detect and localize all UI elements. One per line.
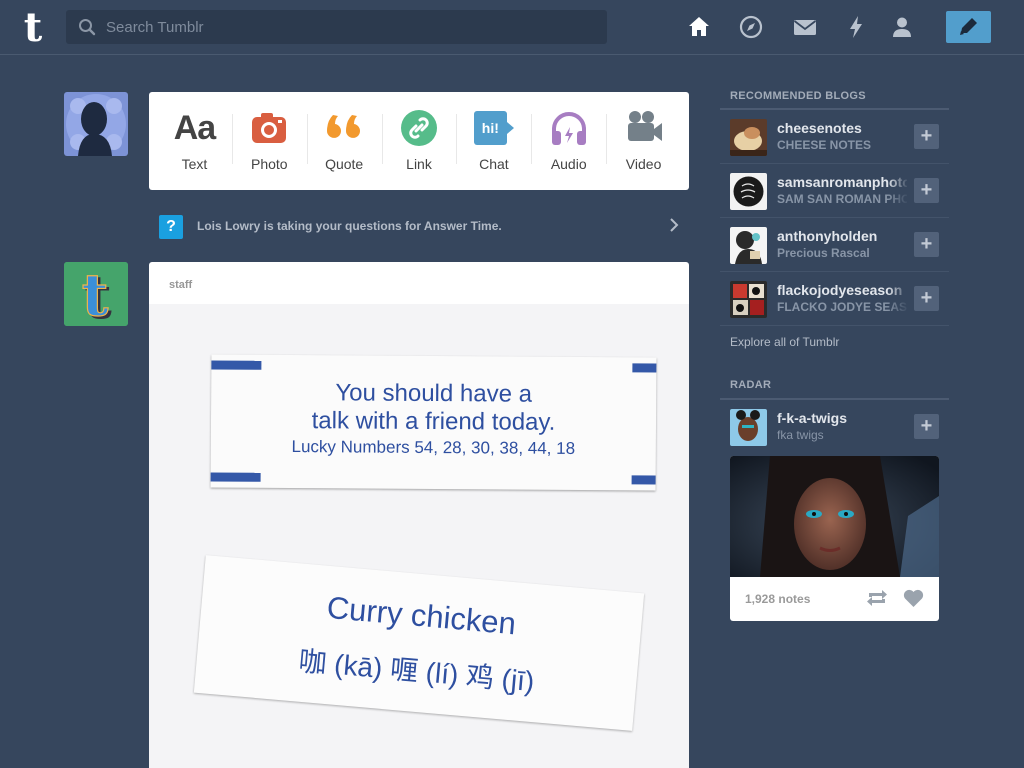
- follow-button[interactable]: +: [914, 286, 939, 311]
- post-type-label: Quote: [325, 156, 364, 172]
- answer-time-text: Lois Lowry is taking your questions for …: [197, 219, 502, 233]
- post-type-label: Text: [181, 156, 208, 172]
- post-card: staff You should have a talk with a frie…: [149, 262, 689, 768]
- blog-name[interactable]: f-k-a-twigs: [777, 410, 907, 426]
- follow-button[interactable]: +: [914, 232, 939, 257]
- user-silhouette-icon: [66, 94, 126, 156]
- post-type-label: Video: [625, 156, 662, 172]
- post-type-audio[interactable]: Audio: [531, 92, 606, 190]
- answer-time-banner[interactable]: ? Lois Lowry is taking your questions fo…: [149, 207, 689, 245]
- radar-title: RADAR: [730, 379, 772, 391]
- svg-text:t: t: [82, 262, 109, 326]
- text-fade: [887, 172, 909, 212]
- text-fade: [887, 226, 909, 266]
- post-type-link[interactable]: Link: [381, 92, 457, 190]
- inbox-icon[interactable]: [792, 14, 818, 40]
- headphones-icon: [551, 112, 586, 145]
- blog-avatar[interactable]: [730, 281, 767, 318]
- post-type-video[interactable]: Video: [606, 92, 681, 190]
- top-navigation-bar: t: [0, 0, 1024, 55]
- notes-count[interactable]: 1,928 notes: [745, 592, 810, 606]
- quote-icon: [327, 115, 361, 138]
- blog-avatar[interactable]: [730, 409, 767, 446]
- text-fade: [887, 280, 909, 320]
- staff-tumblr-icon: t t: [64, 262, 128, 326]
- explore-all-link[interactable]: Explore all of Tumblr: [730, 335, 839, 349]
- search-icon: [79, 19, 96, 36]
- blog-title: fka twigs: [777, 428, 824, 442]
- account-icon[interactable]: [889, 14, 915, 40]
- language-slip: Curry chicken 咖 (kā) 喱 (lí) 鸡 (jī): [193, 555, 645, 731]
- post-type-quote[interactable]: Quote: [306, 92, 382, 190]
- fortune-slip: You should have a talk with a friend tod…: [210, 354, 657, 491]
- video-camera-icon: [627, 111, 662, 141]
- follow-button[interactable]: +: [914, 124, 939, 149]
- post-type-label: Chat: [479, 156, 509, 172]
- flacko-avatar-icon: [730, 281, 767, 318]
- follow-button[interactable]: +: [914, 414, 939, 439]
- post-type-bar: Aa Text Photo Quote Link hi! Chat Audio …: [149, 92, 689, 190]
- blog-avatar[interactable]: [730, 173, 767, 210]
- search-input[interactable]: [106, 10, 596, 44]
- search-box: [66, 10, 607, 44]
- tumblr-logo-icon[interactable]: t: [16, 8, 50, 46]
- pencil-icon: [960, 18, 977, 35]
- post-type-photo[interactable]: Photo: [231, 92, 307, 190]
- chevron-right-icon: [670, 218, 679, 232]
- blog-avatar[interactable]: [730, 119, 767, 156]
- recommended-blog-row[interactable]: samsanromanphotos SAM SAN ROMAN PHOTOS +: [720, 164, 949, 218]
- reblog-icon[interactable]: [866, 589, 888, 607]
- user-avatar[interactable]: [64, 92, 128, 156]
- text-fade: [887, 118, 909, 158]
- fortune-line-1: You should have a: [335, 379, 533, 408]
- svg-text:t: t: [24, 8, 43, 46]
- post-author-avatar[interactable]: t t: [64, 262, 128, 326]
- post-type-text[interactable]: Aa Text: [157, 92, 232, 190]
- recommended-blog-row[interactable]: cheesenotes CHEESE NOTES +: [720, 110, 949, 164]
- recommended-blog-row[interactable]: anthonyholden Precious Rascal +: [720, 218, 949, 272]
- camera-icon: [252, 113, 287, 143]
- cheese-avatar-icon: [730, 119, 767, 156]
- text-icon: Aa: [173, 108, 216, 147]
- recommended-blogs-title: RECOMMENDED BLOGS: [730, 90, 866, 102]
- post-type-label: Photo: [250, 156, 288, 172]
- post-photo[interactable]: You should have a talk with a friend tod…: [149, 304, 689, 768]
- link-icon: [401, 110, 437, 146]
- fortune-numbers: Lucky Numbers 54, 28, 30, 38, 44, 18: [291, 437, 576, 458]
- like-heart-icon[interactable]: [903, 589, 924, 608]
- fortune-line-2: talk with a friend today.: [311, 407, 556, 436]
- explore-icon[interactable]: [738, 14, 764, 40]
- radar-post-card[interactable]: 1,928 notes: [730, 456, 939, 621]
- twigs-avatar-icon: [730, 409, 767, 446]
- post-author[interactable]: staff: [169, 279, 192, 291]
- activity-icon[interactable]: [843, 14, 869, 40]
- anthony-avatar-icon: [730, 227, 767, 264]
- home-icon[interactable]: [686, 14, 712, 40]
- post-type-chat[interactable]: hi! Chat: [456, 92, 531, 190]
- post-type-label: Audio: [550, 156, 587, 172]
- follow-button[interactable]: +: [914, 178, 939, 203]
- blog-avatar[interactable]: [730, 227, 767, 264]
- radar-photo[interactable]: [730, 456, 939, 577]
- chat-icon: hi!: [473, 109, 514, 147]
- answer-time-icon: ?: [159, 215, 183, 239]
- radar-blog-row[interactable]: f-k-a-twigs fka twigs +: [720, 400, 949, 454]
- recommended-blog-row[interactable]: flackojodyeseason FLACKO JODYE SEASON +: [720, 272, 949, 326]
- sam-avatar-icon: [730, 173, 767, 210]
- post-type-label: Link: [406, 156, 432, 172]
- compose-button[interactable]: [946, 11, 991, 43]
